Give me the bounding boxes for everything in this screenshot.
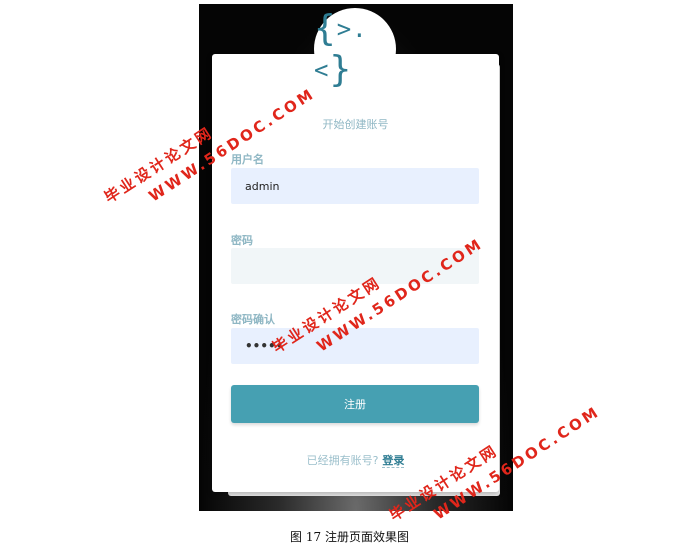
username-label: 用户名	[231, 153, 264, 166]
logo: {>.<}	[314, 8, 396, 90]
password-input[interactable]	[231, 248, 479, 284]
username-value: admin	[245, 179, 280, 193]
login-link[interactable]: 登录	[382, 454, 405, 468]
confirm-password-value: •••••	[245, 339, 284, 353]
app-screen: {>.<} 开始创建账号 用户名 admin 密码 密码确认 ••••• 注册 …	[199, 4, 513, 511]
password-label: 密码	[231, 234, 253, 247]
register-button[interactable]: 注册	[231, 385, 479, 423]
page-title: 开始创建账号	[322, 118, 389, 131]
register-card: 开始创建账号 用户名 admin 密码 密码确认 ••••• 注册 已经拥有账号…	[212, 54, 499, 492]
have-account-text: 已经拥有账号?	[306, 454, 379, 467]
confirm-password-input[interactable]: •••••	[231, 328, 479, 364]
confirm-password-label: 密码确认	[231, 313, 275, 326]
figure-caption: 图 17 注册页面效果图	[290, 530, 409, 544]
logo-icon: {>.<}	[314, 8, 368, 90]
username-input[interactable]: admin	[231, 168, 479, 204]
login-prompt: 已经拥有账号? 登录	[212, 452, 499, 468]
